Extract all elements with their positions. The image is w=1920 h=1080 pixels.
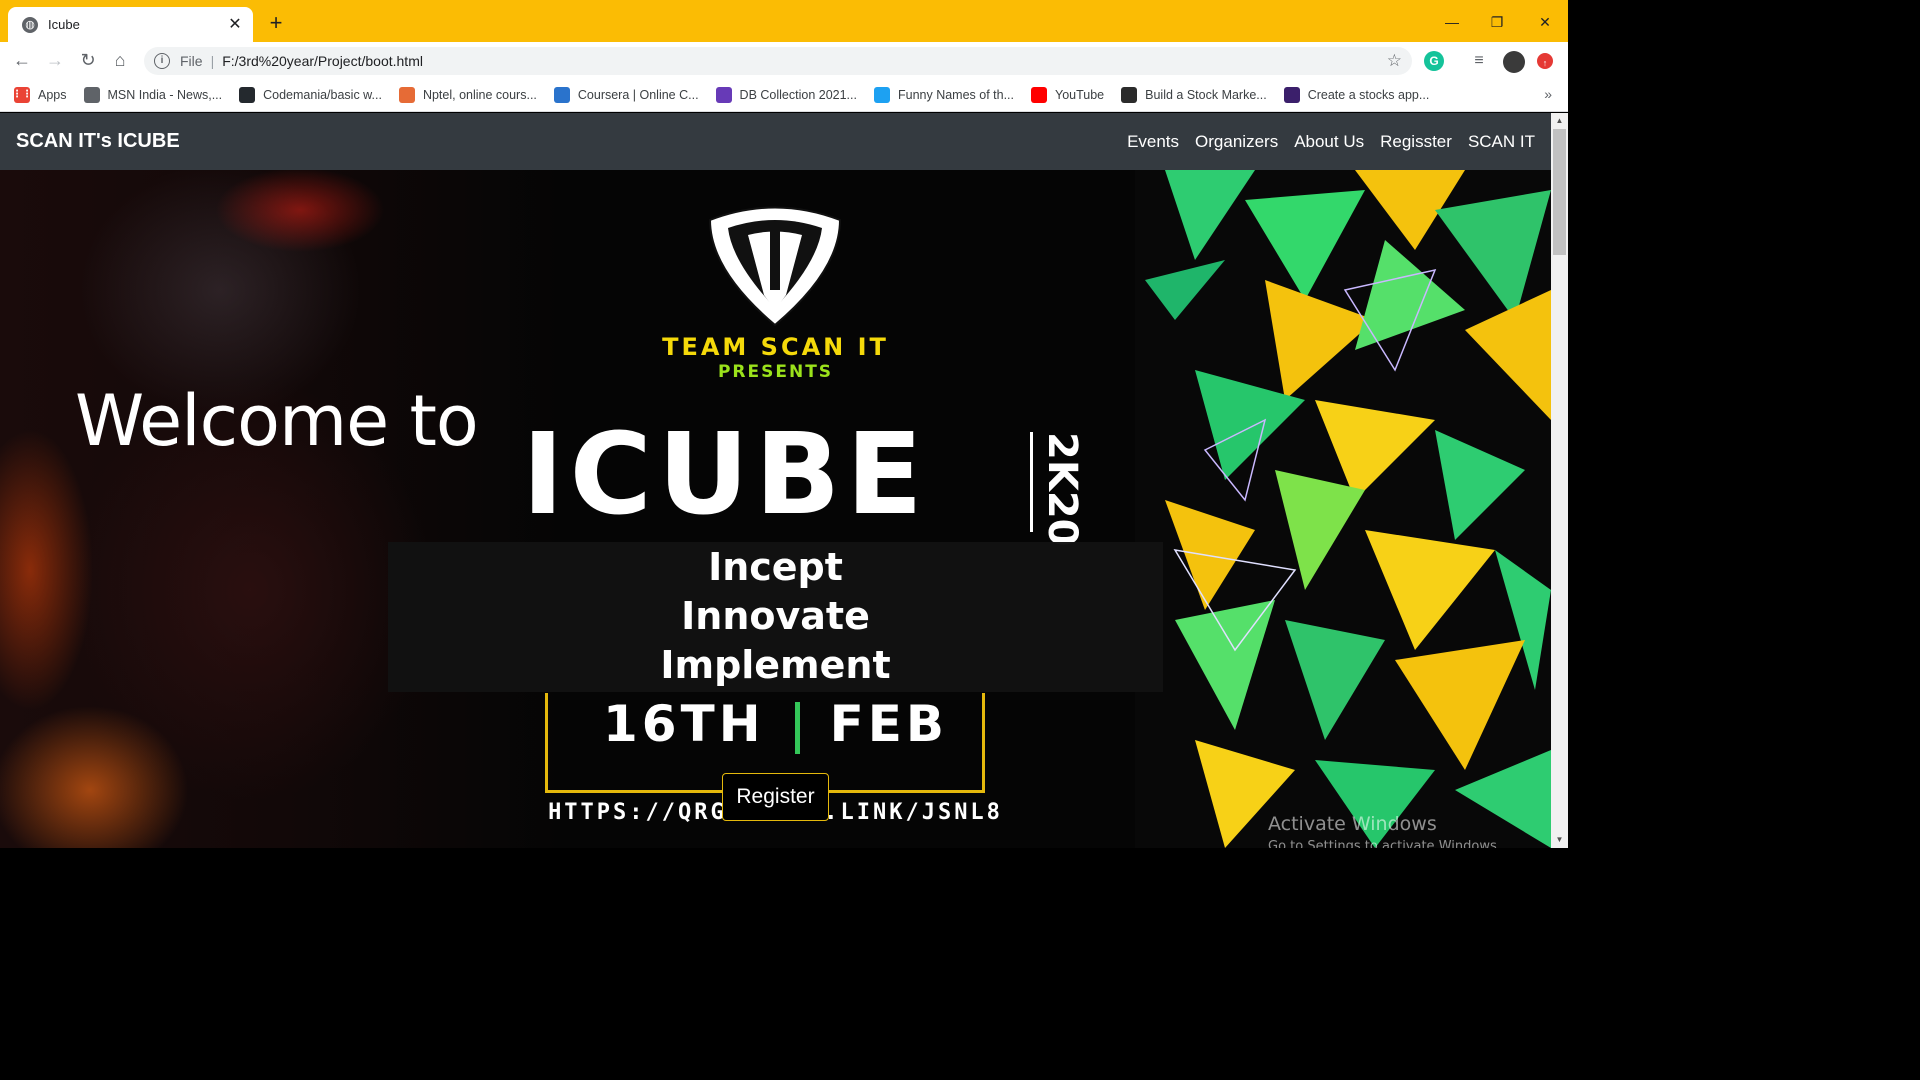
bookmark-favicon-icon: [1283, 86, 1300, 103]
info-icon[interactable]: i: [154, 53, 170, 69]
site-navbar: SCAN IT's ICUBE Events Organizers About …: [0, 113, 1551, 170]
media-control-icon[interactable]: ≡: [1469, 51, 1489, 71]
bookmark-item[interactable]: DB Collection 2021...: [715, 86, 857, 103]
back-arrow-icon[interactable]: ←: [10, 48, 34, 72]
event-name: ICUBE: [522, 410, 929, 540]
watermark-title: Activate Windows: [1268, 813, 1437, 835]
bookmark-item[interactable]: Build a Stock Marke...: [1121, 86, 1267, 103]
scroll-down-arrow-icon[interactable]: ▼: [1551, 832, 1568, 848]
url-separator: |: [210, 53, 215, 69]
tab-strip: ◍ Icube ✕ + — ❐ ✕: [0, 0, 1568, 42]
update-alert-icon[interactable]: ↑: [1537, 53, 1553, 69]
bookmark-item[interactable]: Coursera | Online C...: [553, 86, 699, 103]
bookmark-favicon-icon: [83, 86, 100, 103]
watermark-subtitle: Go to Settings to activate Windows.: [1268, 839, 1501, 848]
nav-link-events[interactable]: Events: [1127, 132, 1179, 152]
register-button[interactable]: Register: [722, 773, 829, 821]
hero-banner: Welcome to TEAM SCAN IT PRESENTS ICUBE 2…: [0, 170, 1551, 848]
bookmark-label: YouTube: [1055, 87, 1105, 102]
bookmark-label: Create a stocks app...: [1307, 87, 1430, 102]
minimize-button[interactable]: —: [1437, 8, 1467, 36]
bookmark-label: Codemania/basic w...: [263, 87, 382, 102]
date-divider: [794, 701, 800, 754]
bookmark-label: Nptel, online cours...: [422, 87, 537, 102]
bookmark-item[interactable]: Codemania/basic w...: [239, 86, 382, 103]
bookmark-item[interactable]: Funny Names of th...: [873, 86, 1015, 103]
tagline-implement: Implement: [660, 643, 891, 687]
reload-icon[interactable]: ↻: [76, 48, 100, 72]
date-month: FEB: [829, 695, 948, 753]
bookmarks-bar: ⋮⋮ Apps MSN India - News,... Codemania/basi…: [0, 78, 1568, 112]
web-page: SCAN IT's ICUBE Events Organizers About …: [0, 113, 1551, 848]
bookmark-label: Funny Names of th...: [897, 87, 1015, 102]
browser-tab[interactable]: ◍ Icube ✕: [8, 7, 253, 42]
home-icon[interactable]: ⌂: [108, 48, 132, 72]
new-tab-button[interactable]: +: [264, 12, 288, 36]
site-brand[interactable]: SCAN IT's ICUBE: [16, 130, 180, 153]
nav-link-register[interactable]: Regisster: [1380, 132, 1452, 152]
activate-windows-watermark: Activate Windows Go to Settings to activ…: [1268, 813, 1501, 848]
tagline-incept: Incept: [708, 545, 843, 589]
bookmark-favicon-icon: [715, 86, 732, 103]
close-window-button[interactable]: ✕: [1530, 8, 1560, 36]
nav-link-scan-it[interactable]: SCAN IT: [1468, 132, 1535, 152]
more-bookmarks-chevron-icon[interactable]: »: [1544, 86, 1552, 102]
bookmark-favicon-icon: [239, 86, 256, 103]
event-year-box: 2K20: [1030, 432, 1086, 547]
apps-grid-icon: ⋮⋮: [12, 86, 32, 103]
close-tab-icon[interactable]: ✕: [225, 15, 245, 35]
profile-avatar[interactable]: [1503, 51, 1525, 73]
scroll-thumb[interactable]: [1553, 129, 1566, 255]
bookmark-favicon-icon: [1121, 86, 1138, 103]
bookmark-item[interactable]: Create a stocks app...: [1283, 86, 1430, 103]
browser-chrome: ◍ Icube ✕ + — ❐ ✕ ← → ↻ ⌂ i File | F:/3r…: [0, 0, 1568, 113]
nav-link-about-us[interactable]: About Us: [1294, 132, 1364, 152]
bookmark-favicon-icon: [873, 86, 890, 103]
restore-button[interactable]: ❐: [1482, 8, 1512, 36]
event-date: 16TH FEB: [0, 695, 1551, 754]
bookmark-item[interactable]: ⋮⋮ Apps: [12, 86, 67, 103]
bookmark-label: Build a Stock Marke...: [1145, 87, 1267, 102]
presents-label: PRESENTS: [717, 362, 834, 382]
bookmark-label: DB Collection 2021...: [739, 87, 857, 102]
grammarly-extension-icon[interactable]: G: [1424, 51, 1444, 71]
bookmark-item[interactable]: YouTube: [1031, 86, 1105, 103]
welcome-heading: Welcome to: [75, 380, 479, 462]
date-day: 16TH: [603, 695, 765, 753]
event-year: 2K20: [1039, 432, 1085, 547]
url-text: F:/3rd%20year/Project/boot.html: [222, 53, 423, 69]
browser-toolbar: ← → ↻ ⌂ i File | F:/3rd%20year/Project/b…: [0, 42, 1568, 78]
nav-links: Events Organizers About Us Regisster SCA…: [1111, 132, 1535, 152]
team-title: TEAM SCAN IT: [662, 333, 889, 361]
page-scrollbar[interactable]: ▲ ▼: [1551, 113, 1568, 848]
bookmark-label: Coursera | Online C...: [577, 87, 699, 102]
bookmark-label: Apps: [38, 87, 67, 102]
tagline-innovate: Innovate: [681, 594, 870, 638]
url-scheme: File: [180, 53, 203, 69]
nav-link-organizers[interactable]: Organizers: [1195, 132, 1278, 152]
globe-icon: ◍: [22, 16, 38, 33]
bookmark-favicon-icon: [1031, 86, 1048, 103]
forward-arrow-icon[interactable]: →: [43, 48, 67, 72]
taskbar-area: [0, 848, 1568, 882]
scan-it-shield-logo: [708, 206, 842, 327]
bookmark-label: MSN India - News,...: [107, 87, 223, 102]
bookmark-star-icon[interactable]: ☆: [1387, 51, 1402, 71]
bookmark-item[interactable]: Nptel, online cours...: [398, 86, 537, 103]
bookmark-item[interactable]: MSN India - News,...: [83, 86, 223, 103]
bookmark-favicon-icon: [553, 86, 570, 103]
address-bar[interactable]: i File | F:/3rd%20year/Project/boot.html…: [144, 47, 1412, 75]
scroll-up-arrow-icon[interactable]: ▲: [1551, 113, 1568, 129]
tab-title: Icube: [48, 17, 80, 32]
bookmark-favicon-icon: [398, 86, 415, 103]
